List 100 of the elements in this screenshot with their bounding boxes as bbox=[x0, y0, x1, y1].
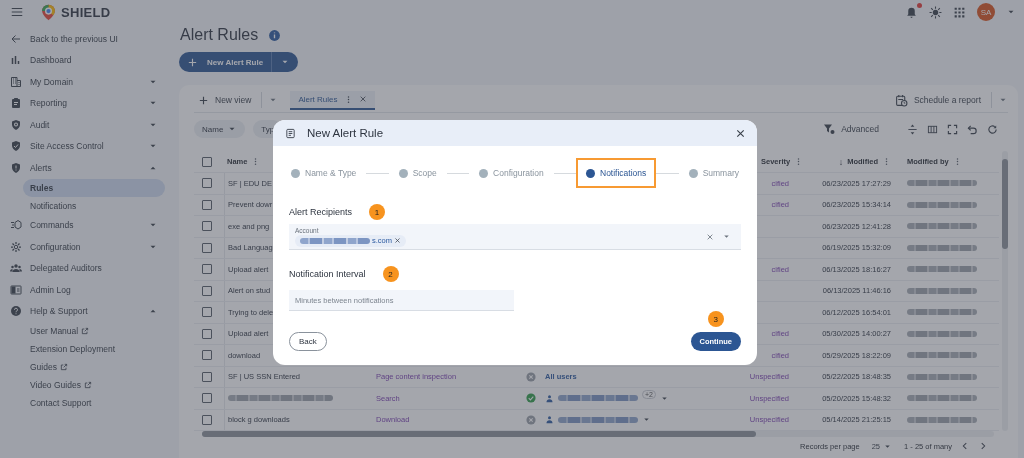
row-checkbox[interactable] bbox=[202, 328, 212, 339]
sidebar-item[interactable]: Admin Log bbox=[0, 279, 170, 301]
sidebar-item[interactable]: Back to the previous UI bbox=[0, 28, 170, 50]
user-avatar[interactable]: SA bbox=[977, 3, 995, 21]
help-icon bbox=[10, 305, 22, 318]
dialog-title: New Alert Rule bbox=[307, 127, 384, 139]
bar-chart-icon bbox=[10, 54, 22, 67]
filter-chip[interactable]: Name bbox=[194, 120, 246, 138]
sidebar-item[interactable]: My Domain bbox=[0, 71, 170, 93]
shield-icon bbox=[10, 118, 22, 131]
shield-alert-icon bbox=[10, 161, 22, 174]
commands-icon bbox=[10, 219, 22, 232]
row-density-icon[interactable] bbox=[907, 123, 918, 135]
sidebar-item[interactable]: Commands bbox=[0, 214, 170, 236]
redacted-text bbox=[907, 287, 977, 294]
fullscreen-icon[interactable] bbox=[947, 123, 958, 135]
notification-bell-icon[interactable] bbox=[905, 5, 918, 19]
document-icon bbox=[285, 127, 296, 139]
sidebar-item[interactable]: Help & Support bbox=[0, 300, 170, 322]
wizard-step[interactable]: Scope bbox=[388, 158, 447, 188]
calendar-clock-icon bbox=[894, 93, 908, 107]
apps-grid-icon[interactable] bbox=[953, 5, 966, 19]
horizontal-scrollbar[interactable] bbox=[202, 431, 994, 437]
menu-icon[interactable] bbox=[10, 5, 24, 19]
row-checkbox[interactable] bbox=[202, 393, 212, 404]
row-checkbox[interactable] bbox=[202, 199, 212, 210]
back-arrow-icon bbox=[10, 32, 22, 45]
redacted-text bbox=[300, 237, 370, 244]
row-checkbox[interactable] bbox=[202, 371, 212, 382]
redacted-text bbox=[907, 330, 977, 337]
step-number-badge: 2 bbox=[382, 266, 399, 282]
wizard-step[interactable]: Summary bbox=[678, 158, 741, 188]
theme-sun-icon[interactable] bbox=[929, 5, 942, 19]
undo-icon[interactable] bbox=[967, 123, 978, 135]
user-icon bbox=[545, 415, 554, 425]
row-checkbox[interactable] bbox=[202, 178, 212, 189]
sidebar-subitem[interactable]: Video Guides bbox=[23, 376, 165, 394]
close-icon[interactable] bbox=[735, 127, 746, 139]
section-title: Notification Interval bbox=[289, 269, 366, 279]
people-icon bbox=[10, 262, 22, 275]
sidebar-item[interactable]: Delegated Auditors bbox=[0, 257, 170, 279]
row-checkbox[interactable] bbox=[202, 350, 212, 361]
sidebar-subitem[interactable]: Notifications bbox=[23, 196, 165, 215]
filter-icon bbox=[823, 123, 836, 135]
columns-icon[interactable] bbox=[927, 123, 938, 135]
sort-arrow[interactable]: ↓ bbox=[838, 156, 844, 167]
redacted-text bbox=[907, 201, 977, 208]
notification-dot bbox=[917, 2, 922, 8]
sidebar-item[interactable]: Reporting bbox=[0, 92, 170, 114]
row-checkbox[interactable] bbox=[202, 264, 212, 275]
redacted-text bbox=[907, 373, 977, 380]
sidebar-item[interactable]: Dashboard bbox=[0, 49, 170, 71]
sidebar-subitem[interactable]: Rules bbox=[23, 178, 165, 197]
new-alert-rule-button[interactable]: New Alert Rule bbox=[179, 52, 272, 72]
advanced-filter-button[interactable]: Advanced bbox=[819, 123, 883, 135]
wizard-step[interactable]: Name & Type bbox=[289, 158, 367, 188]
sidebar-item[interactable]: Audit bbox=[0, 114, 170, 136]
sidebar-item[interactable]: Site Access Control bbox=[0, 135, 170, 157]
back-button[interactable]: Back bbox=[289, 332, 327, 351]
wizard-step[interactable]: Configuration bbox=[469, 158, 554, 188]
row-checkbox[interactable] bbox=[202, 307, 212, 318]
clear-icon bbox=[706, 232, 714, 241]
row-checkbox[interactable] bbox=[202, 242, 212, 253]
sidebar-item[interactable]: Alerts bbox=[0, 157, 170, 179]
redacted-text bbox=[907, 180, 977, 187]
row-checkbox[interactable] bbox=[202, 221, 212, 232]
step-number-badge: 3 bbox=[707, 311, 724, 327]
plus-icon bbox=[187, 56, 198, 68]
plus-icon bbox=[198, 94, 209, 106]
new-view-button[interactable]: New view bbox=[194, 94, 256, 106]
step-number-badge: 1 bbox=[369, 204, 386, 220]
view-tab[interactable]: Alert Rules bbox=[290, 90, 375, 110]
sidebar-subitem[interactable]: User Manual bbox=[23, 322, 165, 340]
dropdown-button[interactable] bbox=[271, 52, 299, 72]
info-icon[interactable] bbox=[268, 28, 282, 42]
refresh-icon[interactable] bbox=[987, 123, 998, 135]
redacted-text bbox=[907, 223, 977, 230]
select-all-checkbox[interactable] bbox=[202, 156, 212, 167]
row-checkbox[interactable] bbox=[202, 285, 212, 296]
clipboard-icon bbox=[10, 97, 22, 110]
redacted-text bbox=[907, 244, 977, 251]
sidebar-item[interactable]: Configuration bbox=[0, 236, 170, 258]
redacted-text bbox=[907, 416, 977, 423]
row-checkbox[interactable] bbox=[202, 414, 212, 425]
redacted-text bbox=[907, 395, 977, 402]
schedule-report-button[interactable]: Schedule a report bbox=[890, 93, 985, 107]
sidebar-subitem[interactable]: Contact Support bbox=[23, 394, 165, 412]
redacted-text bbox=[907, 352, 977, 359]
vertical-scrollbar[interactable] bbox=[1002, 151, 1008, 431]
wizard-step[interactable]: Notifications bbox=[576, 158, 657, 188]
previous-page-icon[interactable] bbox=[960, 441, 970, 451]
page-title: Alert Rules bbox=[180, 26, 259, 44]
redacted-text bbox=[907, 309, 977, 316]
sidebar-subitem[interactable]: Guides bbox=[23, 358, 165, 376]
location-pin-icon bbox=[40, 3, 57, 21]
next-page-icon[interactable] bbox=[978, 441, 988, 451]
close-icon bbox=[358, 95, 367, 103]
section-title: Alert Recipients bbox=[289, 207, 353, 217]
log-icon bbox=[10, 283, 22, 296]
sidebar-subitem[interactable]: Extension Deployment bbox=[23, 340, 165, 358]
